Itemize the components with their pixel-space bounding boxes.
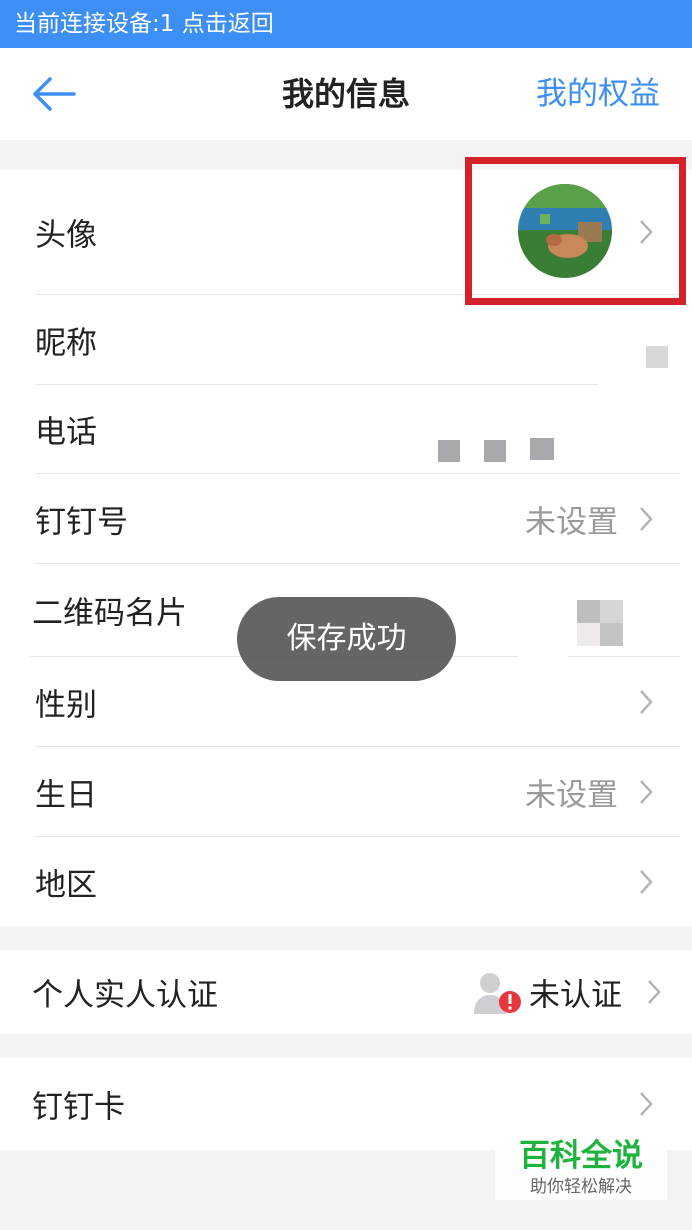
chevron-right-icon (648, 980, 661, 1004)
chevron-right-icon (640, 689, 653, 714)
redacted-block (530, 438, 554, 460)
row-label: 地区 (35, 867, 97, 903)
status-bar[interactable]: 当前连接设备:1 点击返回 (0, 0, 692, 48)
highlight-box (465, 157, 686, 305)
row-dingtalk-id[interactable]: 钉钉号 未设置 (0, 474, 692, 563)
chevron-right-icon (640, 869, 653, 894)
row-label: 头像 (35, 217, 97, 254)
row-label: 昵称 (35, 325, 97, 361)
verify-person-icon (474, 973, 521, 1014)
redacted-qrcode (577, 600, 623, 646)
row-birthday[interactable]: 生日 未设置 (0, 747, 692, 836)
redacted-block (646, 346, 668, 368)
row-label: 钉钉卡 (32, 1089, 125, 1126)
qr-cell (577, 623, 600, 646)
row-realname-verify[interactable]: 个人实人认证 未认证 (0, 950, 692, 1034)
my-benefits-link[interactable]: 我的权益 (536, 48, 660, 140)
verify-section: 个人实人认证 未认证 (0, 950, 692, 1034)
row-label: 电话 (35, 414, 97, 451)
row-label: 个人实人认证 (32, 977, 218, 1014)
row-region[interactable]: 地区 (0, 837, 692, 926)
row-label: 性别 (35, 687, 97, 723)
chevron-right-icon (640, 779, 653, 804)
chevron-right-icon (640, 506, 653, 531)
watermark: 百科全说 助你轻松解决 (495, 1130, 667, 1200)
row-value: 未设置 (525, 777, 618, 813)
row-nickname[interactable]: 昵称 (0, 295, 692, 384)
qr-cell (600, 600, 623, 623)
header: 我的信息 我的权益 (0, 48, 692, 140)
row-label: 钉钉号 (35, 504, 128, 540)
row-phone[interactable]: 电话 (0, 385, 692, 473)
toast-message: 保存成功 (237, 597, 456, 681)
watermark-subtitle: 助你轻松解决 (530, 1177, 632, 1197)
status-bar-text[interactable]: 当前连接设备:1 点击返回 (14, 11, 274, 37)
row-value: 未设置 (525, 504, 618, 540)
row-label: 生日 (35, 777, 97, 813)
row-label: 二维码名片 (32, 595, 187, 632)
watermark-title: 百科全说 (519, 1138, 643, 1174)
chevron-right-icon (640, 1092, 653, 1116)
qr-cell (577, 600, 600, 623)
qr-cell (600, 623, 623, 646)
redacted-block (484, 440, 506, 462)
row-value: 未认证 (529, 977, 622, 1014)
redacted-block (438, 440, 460, 462)
